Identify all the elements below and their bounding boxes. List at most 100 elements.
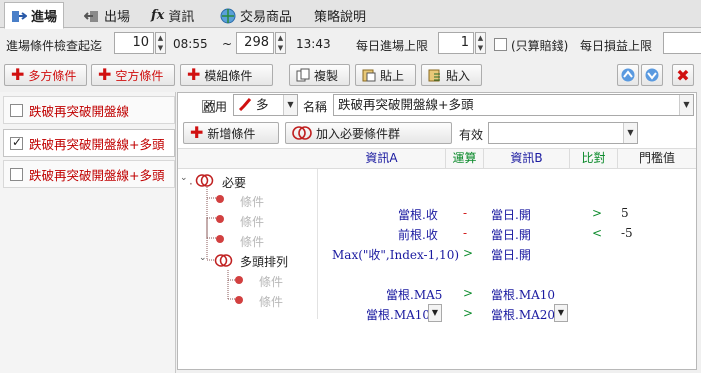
cell-op[interactable]: - (463, 226, 467, 240)
tab-strategy-notes[interactable]: 策略說明 (308, 3, 372, 28)
direction-value: 多 (255, 97, 269, 112)
condition-list: 跌破再突破開盤線 跌破再突破開盤線+多頭 跌破再突破開盤線+多頭 (0, 92, 176, 373)
exit-icon (84, 10, 98, 22)
range-separator: ~ (222, 37, 233, 51)
group-rings-icon (292, 126, 312, 140)
tab-info[interactable]: fx 資訊 (145, 3, 200, 28)
list-item-checkbox[interactable] (10, 135, 23, 150)
cell-b[interactable]: 當日.開 (491, 226, 531, 243)
list-item-label: 跌破再突破開盤線+多頭 (29, 136, 165, 152)
long-condition-label: 多方條件 (28, 68, 77, 83)
short-condition-button[interactable]: ✚ 空方條件 (91, 64, 175, 86)
condition-label[interactable]: 條件 (240, 213, 264, 230)
condition-label[interactable]: 條件 (240, 193, 264, 210)
delete-button[interactable]: ✖ (672, 64, 694, 86)
loss-only-label: (只算賠錢) (511, 39, 569, 53)
condition-label[interactable]: 條件 (259, 293, 283, 310)
globe-icon (220, 8, 236, 23)
group-bull-alignment-label[interactable]: 多頭排列 (240, 253, 288, 270)
daily-loss-label: 每日損益上限 (580, 39, 653, 53)
condition-label[interactable]: 條件 (259, 273, 283, 290)
tab-products-label: 交易商品 (240, 10, 293, 25)
direction-select[interactable]: 多 ▼ (233, 94, 298, 116)
cell-a[interactable]: 當根.MA5 (386, 286, 442, 303)
condition-dot-icon (216, 215, 224, 223)
tab-entry[interactable]: 進場 (4, 2, 65, 29)
column-header-cmp: 比對 (570, 149, 618, 168)
cell-b[interactable]: 當根.MA20 (491, 306, 555, 323)
check-to-input[interactable]: 298 (236, 32, 274, 54)
cell-a[interactable]: Max("收",Index-1,10) (332, 246, 459, 263)
collapse-arrow-icon[interactable]: ⌄ (180, 173, 188, 183)
cell-b[interactable]: 當根.MA10 (491, 286, 555, 303)
cell-b[interactable]: 當日.開 (491, 206, 531, 223)
cell-op[interactable]: > (463, 286, 473, 300)
tab-exit-label: 出場 (104, 10, 131, 25)
condition-dot-icon (216, 195, 224, 203)
cell-cmp[interactable]: > (592, 206, 602, 220)
chevron-down-icon[interactable]: ▼ (554, 304, 568, 322)
module-condition-button[interactable]: ✚ 模組條件 (180, 64, 273, 86)
add-required-group-button[interactable]: 加入必要條件群 (285, 122, 452, 144)
chevron-down-icon[interactable]: ▼ (428, 304, 442, 322)
move-up-button[interactable] (617, 64, 639, 86)
condition-label[interactable]: 條件 (240, 233, 264, 250)
tab-bar: 進場 出場 fx 資訊 交易商品 策略說明 (0, 0, 701, 29)
group-rings-icon (214, 254, 233, 267)
delete-icon: ✖ (676, 65, 690, 85)
column-header-threshold: 門檻值 (638, 151, 675, 165)
daily-limit-spinner[interactable]: ▲ ▼ (475, 32, 486, 54)
tab-exit[interactable]: 出場 (78, 3, 136, 28)
column-header-b: 資訊B (484, 149, 570, 168)
cell-a[interactable]: 當根.MA10 (366, 306, 430, 323)
cell-op[interactable]: > (463, 306, 473, 320)
paste-icon (362, 69, 376, 82)
valid-select[interactable]: ▼ (488, 122, 638, 144)
copy-icon (296, 68, 310, 82)
loss-only-checkbox[interactable] (494, 38, 507, 51)
add-condition-button[interactable]: ✚ 新增條件 (183, 122, 279, 144)
plus-icon: ✚ (11, 65, 25, 84)
tab-products[interactable]: 交易商品 (214, 3, 298, 28)
add-required-group-label: 加入必要條件群 (316, 126, 401, 141)
cell-a[interactable]: 前根.收 (398, 226, 438, 243)
daily-limit-input[interactable]: 1 (438, 32, 474, 54)
brush-icon (238, 98, 252, 112)
cell-cmp[interactable]: < (592, 226, 602, 240)
check-from-time: 08:55 (173, 37, 208, 51)
list-item[interactable]: 跌破再突破開盤線+多頭 (3, 129, 175, 157)
list-item[interactable]: 跌破再突破開盤線+多頭 (3, 160, 175, 188)
fx-icon: fx (151, 8, 165, 23)
cell-b[interactable]: 當日.開 (491, 246, 531, 263)
list-item-label: 跌破再突破開盤線+多頭 (29, 167, 165, 183)
copy-button[interactable]: 複製 (289, 64, 350, 86)
cell-threshold[interactable]: 5 (621, 206, 629, 220)
paste-in-button[interactable]: 貼入 (421, 64, 482, 86)
check-from-input[interactable]: 10 (114, 32, 154, 54)
paste-in-icon (428, 69, 440, 82)
list-item-checkbox[interactable] (10, 103, 23, 117)
plus-icon: ✚ (187, 65, 201, 84)
condition-dot-icon (216, 235, 224, 243)
cell-a[interactable]: 當根.收 (398, 206, 438, 223)
paste-up-button[interactable]: 貼上 (355, 64, 416, 86)
cell-op[interactable]: - (463, 206, 467, 220)
entry-icon (12, 10, 27, 22)
check-to-time: 13:43 (296, 37, 331, 51)
check-from-spinner[interactable]: ▲ ▼ (155, 32, 166, 54)
short-condition-label: 空方條件 (115, 68, 164, 83)
check-to-spinner[interactable]: ▲ ▼ (275, 32, 286, 54)
list-item[interactable]: 跌破再突破開盤線 (3, 96, 175, 124)
long-condition-button[interactable]: ✚ 多方條件 (4, 64, 87, 86)
daily-loss-input[interactable] (663, 32, 701, 54)
cell-threshold[interactable]: -5 (621, 226, 633, 240)
name-input[interactable]: 跌破再突破開盤線+多頭 ▼ (333, 94, 694, 116)
collapse-arrow-icon[interactable]: ⌄ (199, 253, 207, 263)
list-item-checkbox[interactable] (10, 167, 23, 181)
chevron-down-icon: ▼ (623, 123, 637, 143)
cell-op[interactable]: > (463, 246, 473, 260)
plus-icon: ✚ (98, 65, 112, 84)
valid-label: 有效 (459, 128, 484, 142)
group-required-label[interactable]: 必要 (222, 174, 246, 191)
move-down-button[interactable] (641, 64, 663, 86)
